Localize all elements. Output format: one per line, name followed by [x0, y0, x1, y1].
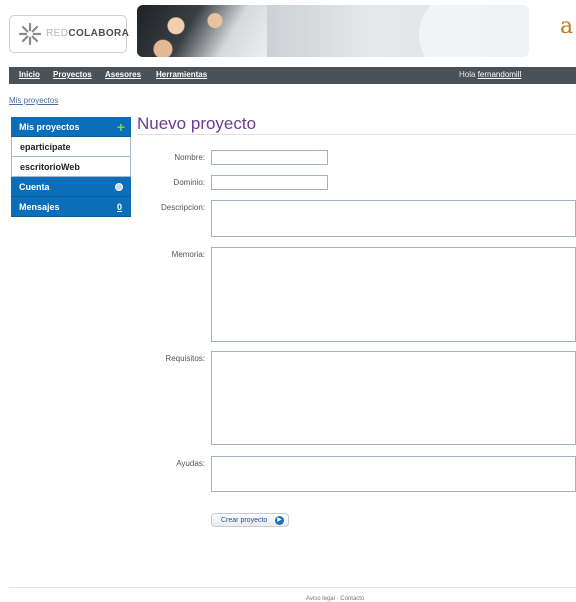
nav-inicio[interactable]: Inicio: [19, 70, 40, 79]
sidebar-project-escritorioweb[interactable]: escritorioWeb: [11, 157, 131, 177]
sidebar-project-eparticipate[interactable]: eparticipate: [11, 137, 131, 157]
memoria-textarea[interactable]: [211, 247, 576, 342]
add-project-icon[interactable]: +: [117, 117, 125, 137]
page-title: Nuevo proyecto: [137, 114, 257, 133]
header: REDCOLABORA a: [0, 0, 576, 62]
main-navbar: Inicio Proyectos Asesores Herramientas H…: [9, 67, 576, 84]
descripcion-textarea[interactable]: [211, 200, 576, 237]
ayudas-textarea[interactable]: [211, 456, 576, 492]
footer: Aviso legal · Contacto: [306, 596, 365, 602]
label-ayudas: Ayudas:: [176, 459, 205, 468]
label-descripcion: Descripcion:: [160, 203, 205, 212]
mensajes-count[interactable]: 0: [117, 197, 122, 217]
title-divider: [137, 134, 576, 135]
requisitos-textarea[interactable]: [211, 351, 576, 445]
label-memoria: Memoria:: [171, 250, 205, 259]
header-banner-image: [137, 5, 529, 57]
label-nombre: Nombre:: [174, 153, 205, 162]
nombre-input[interactable]: [211, 150, 328, 165]
logo-star-icon: [18, 22, 42, 46]
logo-text: REDCOLABORA: [46, 28, 130, 39]
nav-herramientas[interactable]: Herramientas: [156, 70, 207, 79]
crear-proyecto-button[interactable]: Crear proyecto ▶: [211, 513, 289, 527]
sidebar-mis-proyectos[interactable]: Mis proyectos +: [11, 117, 131, 137]
breadcrumb[interactable]: Mis proyectos: [9, 96, 58, 105]
username-link[interactable]: fernandomill: [478, 70, 522, 79]
footer-divider: [9, 587, 576, 588]
aviso-legal-link[interactable]: Aviso legal: [306, 596, 335, 602]
sidebar-cuenta[interactable]: Cuenta: [11, 177, 131, 197]
label-requisitos: Requisitos:: [165, 354, 205, 363]
cuenta-expand-icon[interactable]: [115, 183, 123, 191]
dominio-input[interactable]: [211, 175, 328, 190]
nav-proyectos[interactable]: Proyectos: [53, 70, 92, 79]
nav-asesores[interactable]: Asesores: [105, 70, 141, 79]
partner-logo: a: [560, 14, 574, 39]
contacto-link[interactable]: Contacto: [340, 596, 364, 602]
user-greeting: Hola fernandomill: [459, 70, 522, 79]
arrow-right-icon: ▶: [275, 516, 284, 525]
sidebar-mensajes[interactable]: Mensajes 0: [11, 197, 131, 217]
sidebar: Mis proyectos + eparticipate escritorioW…: [11, 117, 131, 217]
label-dominio: Dominio:: [173, 178, 205, 187]
redcolabora-logo[interactable]: REDCOLABORA: [9, 15, 130, 53]
